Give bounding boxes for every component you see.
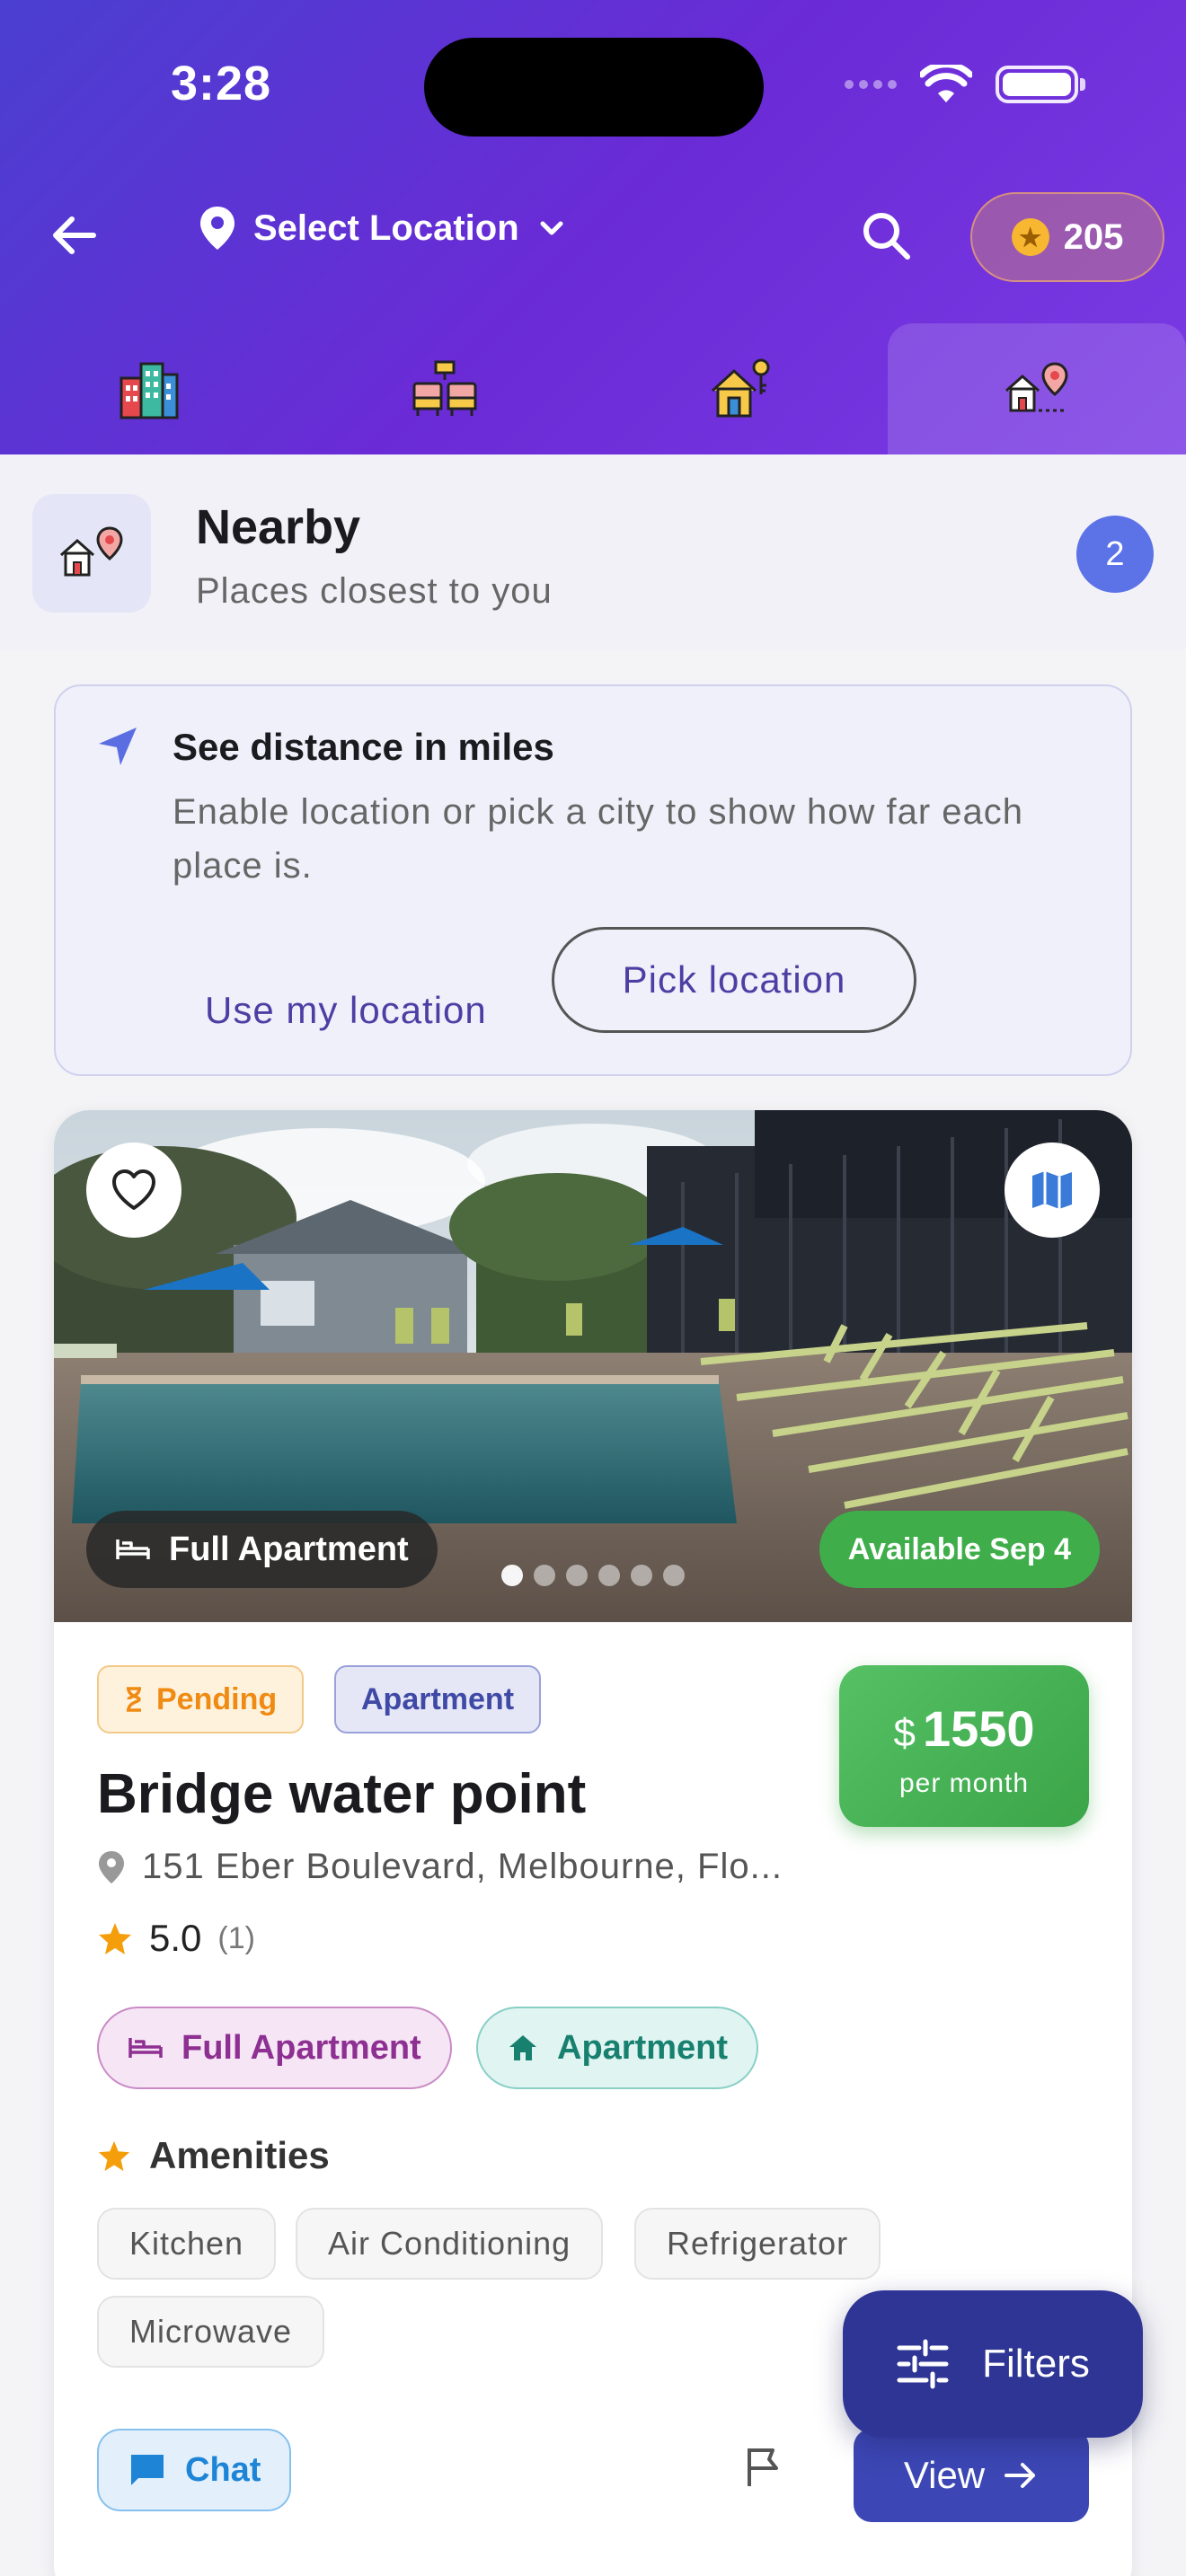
tab-city[interactable] [0,323,296,454]
price-tag: $1550 per month [839,1665,1089,1827]
notice-title: See distance in miles [173,726,554,768]
coins-count: 205 [1063,216,1124,257]
filters-label: Filters [982,2342,1090,2386]
arrow-right-icon [1005,2463,1036,2488]
listing-title[interactable]: Bridge water point [97,1762,586,1826]
app-header: 3:28 Select Location ★ 205 [0,0,1186,454]
pick-location-button[interactable]: Pick location [552,927,916,1033]
map-view-button[interactable] [1005,1142,1100,1238]
nearby-section-icon [32,494,151,613]
rating: 5.0 (1) [97,1917,255,1960]
bed-icon [128,2038,163,2058]
amenity-chip: Air Conditioning [296,2208,604,2280]
price-amount: 1550 [922,1700,1035,1757]
chat-icon [131,2455,164,2485]
coins-badge[interactable]: ★ 205 [970,192,1164,282]
section-title: Nearby [196,500,361,554]
star-icon [99,1923,131,1954]
section-subtitle: Places closest to you [196,571,553,611]
nearby-section-header: Nearby Places closest to you [0,454,1186,650]
tag-full-apartment: Full Apartment [97,2007,452,2089]
notice-body: Enable location or pick a city to show h… [173,792,1024,886]
listing-photo[interactable]: Full Apartment Available Sep 4 [54,1110,1132,1622]
tab-hotel[interactable] [296,323,593,454]
photo-dot[interactable] [566,1565,588,1586]
hourglass-icon [127,1687,141,1712]
photo-pagination[interactable] [501,1565,685,1586]
nearby-home-pin-icon [1005,362,1068,412]
distance-notice-card: See distance in miles Enable location or… [54,684,1132,1076]
status-badge: Pending [97,1665,305,1734]
photo-dot[interactable] [598,1565,620,1586]
location-pin-icon [200,207,235,250]
location-selector[interactable]: Select Location [198,205,568,251]
heart-icon [112,1169,155,1210]
sliders-icon [897,2339,949,2389]
category-tabs [0,323,1186,454]
chevron-down-icon [540,221,563,235]
location-pin-icon [99,1850,124,1883]
wifi-icon [920,65,972,102]
city-buildings-icon [119,362,179,419]
view-label: View [903,2454,986,2496]
house-key-icon [711,358,770,418]
signal-icon [845,80,897,89]
dynamic-island [424,38,764,137]
property-type-chip: Full Apartment [86,1511,438,1588]
battery-icon [996,66,1085,103]
category-badge: Apartment [334,1665,542,1734]
photo-dot[interactable] [501,1565,523,1586]
tab-house[interactable] [593,323,890,454]
report-flag-icon[interactable] [742,2445,783,2490]
price-period: per month [898,1769,1030,1798]
tag-label: Full Apartment [181,2028,421,2067]
amenity-chip: Microwave [97,2296,325,2368]
chat-button[interactable]: Chat [97,2429,292,2511]
status-icons [845,65,1085,104]
photo-dot[interactable] [663,1565,685,1586]
star-icon [98,2140,130,2172]
rating-value: 5.0 [149,1917,202,1959]
hotel-beds-icon [412,360,477,416]
results-count-badge: 2 [1076,516,1154,593]
property-type-label: Full Apartment [169,1530,409,1568]
navigation-arrow-icon [99,728,137,765]
home-icon [509,2035,536,2060]
use-my-location-button[interactable]: Use my location [205,957,487,1063]
chat-label: Chat [185,2450,261,2489]
tag-apartment: Apartment [476,2007,759,2089]
search-icon[interactable] [855,205,918,268]
nearby-home-pin-icon [60,526,123,577]
tab-nearby[interactable] [888,323,1186,454]
filters-button[interactable]: Filters [843,2290,1143,2438]
favorite-button[interactable] [86,1142,181,1238]
view-button[interactable]: View [854,2429,1089,2522]
location-label: Select Location [253,207,519,248]
address-text: 151 Eber Boulevard, Melbourne, Flo... [142,1847,783,1886]
status-badge-label: Pending [156,1681,278,1716]
price-currency: $ [893,1711,916,1755]
star-coin-icon: ★ [1011,218,1049,256]
amenities-title: Amenities [149,2134,330,2176]
photo-dot[interactable] [534,1565,555,1586]
back-arrow-icon[interactable] [45,205,106,266]
amenity-chip: Refrigerator [634,2208,881,2280]
status-time: 3:28 [171,57,272,110]
bed-icon [116,1539,150,1559]
map-icon [1032,1171,1072,1209]
tag-label: Apartment [557,2028,729,2067]
availability-badge: Available Sep 4 [819,1511,1100,1588]
listing-address: 151 Eber Boulevard, Melbourne, Flo... [97,1847,783,1887]
amenities-heading: Amenities [97,2134,330,2177]
rating-count: (1) [217,1920,255,1955]
photo-dot[interactable] [631,1565,652,1586]
amenity-chip: Kitchen [97,2208,277,2280]
